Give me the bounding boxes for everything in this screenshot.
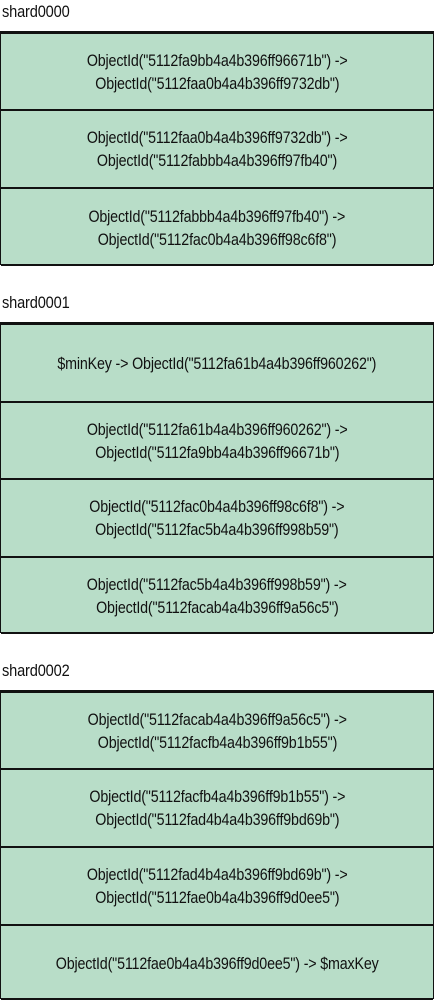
chunk-range: ObjectId("5112fae0b4a4b396ff9d0ee5") -> …	[1, 924, 433, 1000]
chunk-range-text: ObjectId("5112faa0b4a4b396ff9732db") ->	[86, 128, 348, 147]
chunk-range: $minKey -> ObjectId("5112fa61b4a4b396ff9…	[1, 323, 433, 401]
shard-box-bottom-border	[1, 264, 433, 266]
shard-label-shard0002: shard0002	[2, 661, 70, 680]
chunk-range-text: ObjectId("5112fac0b4a4b396ff98c6f8")	[97, 229, 337, 249]
chunk-range-text: ObjectId("5112fac5b4a4b396ff998b59") ->	[87, 575, 347, 594]
chunk-range-text: ObjectId("5112fae0b4a4b396ff9d0ee5") -> …	[55, 953, 379, 973]
shard-box-shard0002: ObjectId("5112facab4a4b396ff9a56c5") -> O…	[0, 690, 434, 1000]
shard-box-bottom-border	[1, 632, 433, 634]
chunk-range: ObjectId("5112faa0b4a4b396ff9732db") -> O…	[1, 109, 433, 187]
chunk-range-text: ObjectId("5112fae0b4a4b396ff9d0ee5")	[94, 888, 340, 907]
chunk-range: ObjectId("5112fa9bb4a4b396ff96671b") -> O…	[1, 32, 433, 109]
chunk-range-text: ObjectId("5112fabbb4a4b396ff97fb40") ->	[88, 206, 346, 226]
chunk-range-text: $minKey -> ObjectId("5112fa61b4a4b396ff9…	[57, 353, 377, 373]
chunk-range-text: ObjectId("5112facab4a4b396ff9a56c5") ->	[87, 709, 347, 729]
shard-box-shard0001: $minKey -> ObjectId("5112fa61b4a4b396ff9…	[0, 322, 434, 634]
chunk-range-text: ObjectId("5112facfb4a4b396ff9b1b55") ->	[89, 787, 345, 806]
shard-label-shard0000: shard0000	[2, 2, 70, 21]
chunk-range-text: ObjectId("5112fad4b4a4b396ff9bd69b") ->	[86, 865, 348, 884]
chunk-range-text: ObjectId("5112fac0b4a4b396ff98c6f8") ->	[89, 497, 345, 516]
chunk-range-text: ObjectId("5112fabbb4a4b396ff97fb40")	[96, 151, 338, 170]
chunk-range-text: ObjectId("5112fa61b4a4b396ff960262") ->	[86, 419, 348, 439]
chunk-range: ObjectId("5112facab4a4b396ff9a56c5") -> O…	[1, 691, 433, 768]
chunk-range-text: ObjectId("5112facab4a4b396ff9a56c5")	[95, 598, 339, 617]
chunk-range-text: ObjectId("5112fac5b4a4b396ff998b59")	[95, 520, 339, 539]
chunk-range: ObjectId("5112fad4b4a4b396ff9bd69b") -> O…	[1, 846, 433, 924]
chunk-range-text: ObjectId("5112fa9bb4a4b396ff96671b")	[94, 442, 340, 462]
chunk-range: ObjectId("5112fa61b4a4b396ff960262") -> O…	[1, 401, 433, 478]
chunk-range-text: ObjectId("5112fa9bb4a4b396ff96671b") ->	[86, 50, 348, 70]
chunk-range-text: ObjectId("5112faa0b4a4b396ff9732db")	[94, 73, 340, 93]
chunk-range-text: ObjectId("5112fad4b4a4b396ff9bd69b")	[94, 810, 340, 829]
chunk-range: ObjectId("5112facfb4a4b396ff9b1b55") -> O…	[1, 768, 433, 846]
chunk-range: ObjectId("5112fac0b4a4b396ff98c6f8") -> O…	[1, 478, 433, 556]
shard-label-shard0001: shard0001	[2, 293, 70, 312]
chunk-range: ObjectId("5112fabbb4a4b396ff97fb40") -> O…	[1, 187, 433, 266]
chunk-range-text: ObjectId("5112facfb4a4b396ff9b1b55")	[97, 732, 337, 752]
chunk-range: ObjectId("5112fac5b4a4b396ff998b59") -> O…	[1, 556, 433, 634]
shard-box-shard0000: ObjectId("5112fa9bb4a4b396ff96671b") -> O…	[0, 31, 434, 266]
